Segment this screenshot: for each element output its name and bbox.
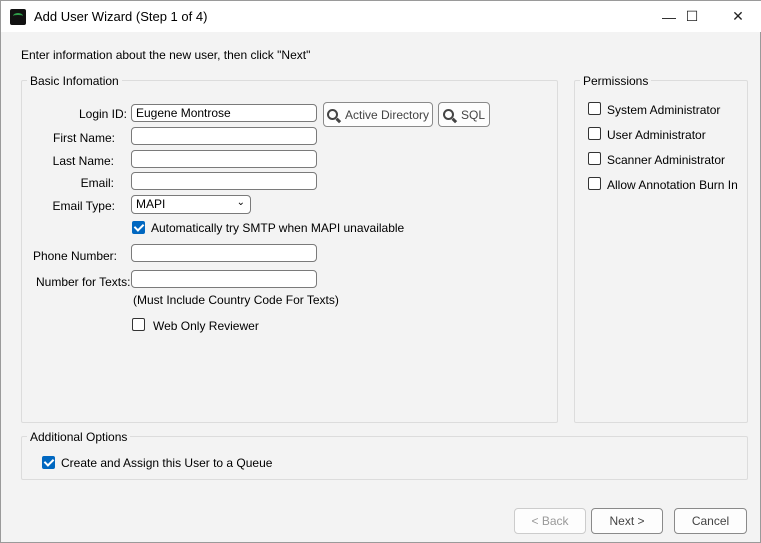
title-bar: Add User Wizard (Step 1 of 4) — ☐ ✕ [1, 1, 761, 32]
smtp-label: Automatically try SMTP when MAPI unavail… [151, 221, 405, 235]
instructions: Enter information about the new user, th… [21, 48, 311, 62]
app-icon [10, 9, 26, 25]
user-administrator-label: User Administrator [607, 128, 706, 142]
scanner-administrator-label: Scanner Administrator [607, 153, 726, 167]
search-icon [326, 109, 338, 120]
user-administrator-checkbox[interactable] [588, 127, 601, 140]
number-for-texts-input[interactable] [131, 270, 317, 288]
permissions-title: Permissions [580, 74, 652, 88]
web-only-reviewer-label: Web Only Reviewer [153, 319, 259, 333]
system-administrator-checkbox[interactable] [588, 102, 601, 115]
close-button[interactable]: ✕ [715, 1, 761, 32]
maximize-button[interactable]: ☐ [669, 1, 715, 32]
next-button[interactable]: Next > [591, 508, 663, 534]
allow-annotation-burn-in-checkbox[interactable] [588, 177, 601, 190]
first-name-label: First Name: [52, 131, 115, 145]
login-id-label: Login ID: [78, 107, 127, 121]
additional-options-title: Additional Options [27, 430, 131, 444]
texts-hint: (Must Include Country Code For Texts) [133, 293, 339, 307]
active-directory-button[interactable]: Active Directory [323, 102, 433, 127]
allow-annotation-burn-in-label: Allow Annotation Burn In [607, 178, 738, 192]
phone-number-input[interactable] [131, 244, 317, 262]
email-type-select[interactable]: MAPI ⌄ [131, 195, 251, 214]
email-input[interactable] [131, 172, 317, 190]
phone-number-label: Phone Number: [32, 249, 117, 263]
scanner-administrator-checkbox[interactable] [588, 152, 601, 165]
basic-information-title: Basic Infomation [27, 74, 122, 88]
sql-label: SQL [460, 107, 485, 122]
active-directory-label: Active Directory [344, 107, 430, 122]
chevron-down-icon: ⌄ [236, 197, 245, 208]
create-queue-checkbox[interactable] [42, 456, 55, 469]
search-icon [442, 109, 454, 120]
first-name-input[interactable] [131, 127, 317, 145]
sql-button[interactable]: SQL [438, 102, 490, 127]
smtp-checkbox[interactable] [132, 221, 145, 234]
number-for-texts-label: Number for Texts: [36, 275, 131, 289]
back-button[interactable]: < Back [514, 508, 586, 534]
email-type-label: Email Type: [52, 199, 115, 213]
last-name-label: Last Name: [52, 154, 114, 168]
web-only-reviewer-checkbox[interactable] [132, 318, 145, 331]
system-administrator-label: System Administrator [607, 103, 721, 117]
email-type-value: MAPI [136, 197, 166, 211]
login-id-input[interactable] [131, 104, 317, 122]
create-queue-label: Create and Assign this User to a Queue [61, 456, 273, 470]
last-name-input[interactable] [131, 150, 317, 168]
cancel-button[interactable]: Cancel [674, 508, 747, 534]
email-label: Email: [80, 176, 114, 190]
window-title: Add User Wizard (Step 1 of 4) [34, 9, 208, 24]
